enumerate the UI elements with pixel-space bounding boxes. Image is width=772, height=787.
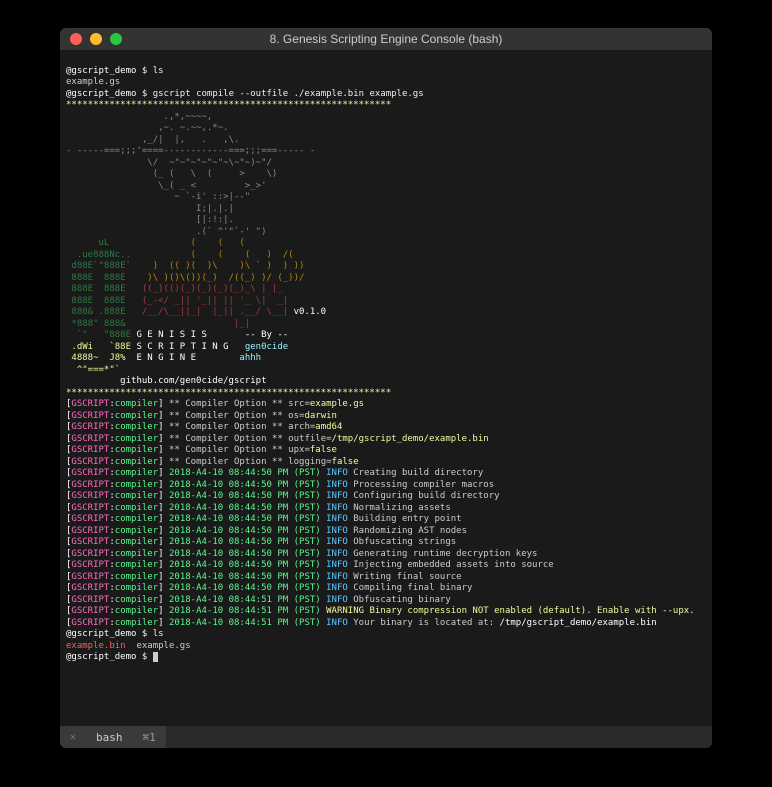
close-icon[interactable]: ✕ <box>70 732 76 743</box>
terminal-body[interactable]: @gscript_demo $ ls example.gs @gscript_d… <box>60 50 712 726</box>
titlebar[interactable]: 8. Genesis Scripting Engine Console (bas… <box>60 28 712 50</box>
tab-bash[interactable]: ✕ bash ⌘1 <box>60 726 166 748</box>
traffic-lights <box>60 33 122 45</box>
tab-label: bash <box>96 731 123 744</box>
window-title: 8. Genesis Scripting Engine Console (bas… <box>60 32 712 46</box>
minimize-icon[interactable] <box>90 33 102 45</box>
maximize-icon[interactable] <box>110 33 122 45</box>
cursor <box>153 652 158 662</box>
close-icon[interactable] <box>70 33 82 45</box>
terminal-window: 8. Genesis Scripting Engine Console (bas… <box>60 28 712 748</box>
statusbar: ✕ bash ⌘1 <box>60 726 712 748</box>
tab-shortcut: ⌘1 <box>143 731 156 744</box>
